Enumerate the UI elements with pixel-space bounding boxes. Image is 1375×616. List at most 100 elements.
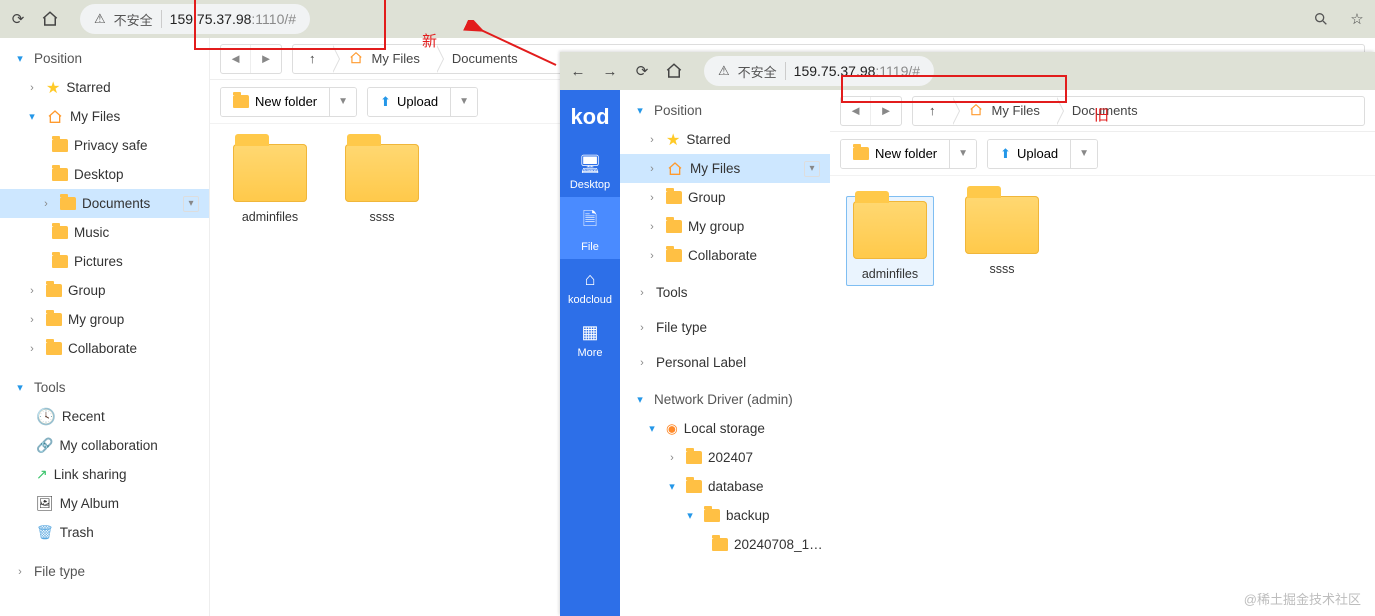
sidebar-item-mycollab[interactable]: 🔗 My collaboration bbox=[0, 431, 209, 460]
sidebar-item-mygroup[interactable]: › My group bbox=[620, 212, 830, 241]
star-icon: ★ bbox=[46, 78, 60, 98]
folder-item[interactable]: ssss bbox=[338, 144, 426, 224]
sidebar-item-recent[interactable]: 🕓 Recent bbox=[0, 402, 209, 431]
section-network-driver[interactable]: ▾ Network Driver (admin) bbox=[620, 385, 830, 414]
crumb-documents[interactable]: Documents bbox=[1056, 97, 1154, 125]
sidebar-item-snapshot[interactable]: 20240708_174... bbox=[620, 530, 830, 559]
back-button[interactable]: ◄ bbox=[841, 97, 871, 125]
chevron-down-icon: ▾ bbox=[644, 422, 660, 435]
share-icon: 🔗 bbox=[36, 437, 53, 454]
sidebar-item-myfiles[interactable]: ▾ My Files bbox=[0, 102, 209, 131]
reload-icon[interactable]: ⟳ bbox=[632, 61, 652, 81]
sidebar-item-tools[interactable]: › Tools bbox=[620, 278, 830, 307]
chevron-right-icon: › bbox=[12, 566, 28, 578]
folder-item[interactable]: adminfiles bbox=[226, 144, 314, 224]
chevron-right-icon: › bbox=[38, 198, 54, 210]
sidebar-item-myfiles[interactable]: › My Files ▾ bbox=[620, 154, 830, 183]
home-icon bbox=[348, 51, 366, 67]
sidebar-item-starred[interactable]: › ★ Starred bbox=[620, 125, 830, 154]
section-position[interactable]: ▾ Position bbox=[620, 96, 830, 125]
home-icon[interactable] bbox=[664, 61, 684, 81]
sidebar-item-collaborate[interactable]: › Collaborate bbox=[0, 334, 209, 363]
sidebar-item-trash[interactable]: 🗑 Trash bbox=[0, 518, 209, 547]
reload-icon[interactable]: ⟳ bbox=[8, 9, 28, 29]
app-rail: kod 🖥 Desktop 🗎 File ⌂ kodcloud ▦ More bbox=[560, 90, 620, 616]
sidebar-item-album[interactable]: 🖼 My Album bbox=[0, 489, 209, 518]
chevron-right-icon: › bbox=[644, 163, 660, 175]
sidebar-item-documents[interactable]: › Documents ▾ bbox=[0, 189, 209, 218]
new-folder-dropdown[interactable]: ▼ bbox=[949, 140, 976, 168]
sidebar-item-starred[interactable]: › ★ Starred bbox=[0, 73, 209, 102]
upload-button[interactable]: ⬆ Upload bbox=[368, 88, 450, 116]
desktop-icon: 🖥 bbox=[579, 154, 602, 175]
search-icon[interactable] bbox=[1311, 9, 1331, 29]
sidebar-item-filetype[interactable]: › File type bbox=[620, 313, 830, 342]
star-icon[interactable]: ☆ bbox=[1347, 9, 1367, 29]
folder-icon bbox=[52, 168, 68, 181]
home-icon bbox=[666, 161, 684, 177]
forward-button[interactable]: ► bbox=[871, 97, 901, 125]
sidebar-item-mygroup[interactable]: › My group bbox=[0, 305, 209, 334]
upload-dropdown[interactable]: ▼ bbox=[1070, 140, 1097, 168]
rail-file[interactable]: 🗎 File bbox=[560, 197, 620, 259]
url-rest: :1110/# bbox=[251, 11, 296, 27]
upload-button[interactable]: ⬆ Upload bbox=[988, 140, 1070, 168]
chevron-down-icon: ▾ bbox=[632, 393, 648, 406]
dropdown-handle[interactable]: ▾ bbox=[804, 161, 820, 177]
folder-icon bbox=[233, 144, 307, 202]
crumb-myfiles[interactable]: My Files bbox=[332, 45, 436, 73]
address-bar-1[interactable]: ⚠ 不安全 159.75.37.98:1110/# bbox=[80, 4, 310, 34]
sidebar-item-group[interactable]: › Group bbox=[0, 276, 209, 305]
crumb-documents[interactable]: Documents bbox=[436, 45, 534, 73]
sidebar-item-database[interactable]: ▾ database bbox=[620, 472, 830, 501]
browser-bar-2: ← → ⟳ ⚠ 不安全 159.75.37.98:1119/# bbox=[560, 52, 1375, 90]
nav-buttons: ◄ ► bbox=[220, 44, 282, 74]
sidebar-item-linkshare[interactable]: ↗ Link sharing bbox=[0, 460, 209, 489]
action-bar-2: New folder ▼ ⬆ Upload ▼ bbox=[830, 132, 1375, 176]
sidebar-item-privacy-safe[interactable]: Privacy safe bbox=[0, 131, 209, 160]
back-button[interactable]: ◄ bbox=[221, 45, 251, 73]
sidebar-item-personal-label[interactable]: › Personal Label bbox=[620, 348, 830, 377]
rail-more[interactable]: ▦ More bbox=[560, 312, 620, 365]
new-folder-button[interactable]: New folder bbox=[221, 88, 329, 116]
up-icon: ↑ bbox=[309, 51, 316, 66]
folder-icon bbox=[666, 191, 682, 204]
sidebar-item-202407[interactable]: › 202407 bbox=[620, 443, 830, 472]
chevron-right-icon: › bbox=[24, 343, 40, 355]
sidebar-item-backup[interactable]: ▾ backup bbox=[620, 501, 830, 530]
folder-item[interactable]: ssss bbox=[958, 196, 1046, 286]
breadcrumb: ↑ My Files Documents bbox=[912, 96, 1365, 126]
rail-logo: kod bbox=[570, 94, 609, 144]
sidebar-item-collaborate[interactable]: › Collaborate bbox=[620, 241, 830, 270]
trash-icon: 🗑 bbox=[36, 524, 54, 541]
new-folder-dropdown[interactable]: ▼ bbox=[329, 88, 356, 116]
watermark: @稀土掘金技术社区 bbox=[1244, 589, 1361, 608]
home-icon[interactable] bbox=[40, 9, 60, 29]
crumb-up[interactable]: ↑ bbox=[913, 97, 952, 125]
forward-button[interactable]: ► bbox=[251, 45, 281, 73]
file-grid-2: adminfiles ssss bbox=[830, 176, 1375, 306]
folder-item[interactable]: adminfiles bbox=[846, 196, 934, 286]
rail-kodcloud[interactable]: ⌂ kodcloud bbox=[560, 259, 620, 312]
crumb-myfiles[interactable]: My Files bbox=[952, 97, 1056, 125]
sidebar-item-desktop[interactable]: Desktop bbox=[0, 160, 209, 189]
back-icon[interactable]: ← bbox=[568, 61, 588, 81]
sidebar-item-localstorage[interactable]: ▾ ◉ Local storage bbox=[620, 414, 830, 443]
section-position[interactable]: ▾ Position bbox=[0, 44, 209, 73]
upload-dropdown[interactable]: ▼ bbox=[450, 88, 477, 116]
not-secure-label: 不安全 bbox=[738, 62, 777, 81]
address-bar-2[interactable]: ⚠ 不安全 159.75.37.98:1119/# bbox=[704, 56, 934, 86]
folder-icon bbox=[712, 538, 728, 551]
section-tools[interactable]: ▾ Tools bbox=[0, 373, 209, 402]
crumb-up[interactable]: ↑ bbox=[293, 45, 332, 73]
dropdown-handle[interactable]: ▾ bbox=[183, 196, 199, 212]
chevron-down-icon: ▾ bbox=[12, 52, 28, 65]
sidebar-item-music[interactable]: Music bbox=[0, 218, 209, 247]
rail-desktop[interactable]: 🖥 Desktop bbox=[560, 144, 620, 197]
section-filetype[interactable]: › File type bbox=[0, 557, 209, 586]
new-folder-button[interactable]: New folder bbox=[841, 140, 949, 168]
sidebar-item-group[interactable]: › Group bbox=[620, 183, 830, 212]
link-icon: ↗ bbox=[36, 466, 48, 483]
forward-icon[interactable]: → bbox=[600, 61, 620, 81]
sidebar-item-pictures[interactable]: Pictures bbox=[0, 247, 209, 276]
